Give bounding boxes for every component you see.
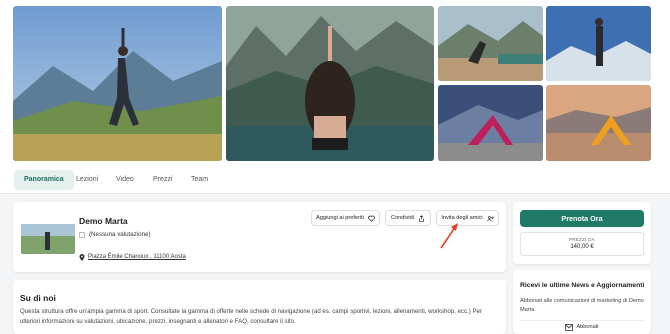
tab-video[interactable]: Video bbox=[106, 170, 144, 190]
booking-card: Prenota Ora PREZZI DA 140,00 € bbox=[513, 202, 651, 264]
address-link[interactable]: Piazza Émile Chanoux , 11100 Aosta bbox=[88, 254, 186, 260]
book-now-button[interactable]: Prenota Ora bbox=[520, 210, 644, 227]
price-value: 140,00 € bbox=[570, 244, 594, 250]
listing-thumbnail bbox=[21, 224, 75, 254]
share-label: Condividi bbox=[390, 215, 414, 221]
subscribe-label: Abbonati bbox=[576, 324, 599, 330]
invite-icon bbox=[487, 215, 494, 221]
tab-panoramica[interactable]: Panoramica bbox=[14, 170, 74, 190]
newsletter-text: Abbonati alle comunicazioni di marketing… bbox=[520, 298, 644, 313]
about-text: Questa struttura offre un'ampia gamma di… bbox=[20, 308, 482, 325]
newsletter-card: Ricevi le ultime News e Aggiornamenti Ab… bbox=[513, 270, 651, 334]
rating-text: (Nessuna valutazione) bbox=[89, 231, 151, 238]
annotation-arrow bbox=[440, 223, 458, 249]
invite-label: Invita degli amici bbox=[441, 215, 483, 221]
heart-icon bbox=[368, 215, 375, 222]
gallery-photo-downdog[interactable] bbox=[438, 85, 543, 161]
tab-prezzi[interactable]: Prezzi bbox=[143, 170, 182, 190]
gallery-photo-deck[interactable] bbox=[438, 6, 543, 81]
newsletter-title: Ricevi le ultime News e Aggiornamenti bbox=[520, 282, 645, 289]
subscribe-button[interactable]: Abbonati bbox=[520, 320, 644, 333]
gallery-photo-mountain-pose[interactable] bbox=[546, 6, 651, 81]
tab-lezioni[interactable]: Lezioni bbox=[66, 170, 108, 190]
share-button[interactable]: Condividi bbox=[385, 210, 431, 226]
gallery-photo-main[interactable] bbox=[13, 6, 222, 161]
about-card: Su di noi Questa struttura offre un'ampi… bbox=[13, 280, 506, 334]
mail-icon bbox=[565, 323, 574, 331]
price-label: PREZZI DA bbox=[569, 237, 595, 242]
favorite-button[interactable]: Aggiungi ai preferiti bbox=[311, 210, 380, 226]
map-pin-icon bbox=[79, 254, 85, 261]
gallery-photo-sunset[interactable] bbox=[546, 85, 651, 161]
favorite-label: Aggiungi ai preferiti bbox=[316, 215, 364, 221]
listing-name: Demo Marta bbox=[79, 216, 128, 226]
tab-bar: Panoramica Lezioni Video Prezzi Team bbox=[0, 166, 670, 194]
rating-icon bbox=[79, 232, 85, 238]
tab-team[interactable]: Team bbox=[181, 170, 218, 190]
listing-card: Demo Marta (Nessuna valutazione) Piazza … bbox=[13, 202, 506, 272]
share-icon bbox=[419, 214, 424, 222]
photo-gallery bbox=[0, 0, 670, 166]
about-title: Su di noi bbox=[20, 293, 56, 303]
gallery-photo-lake[interactable] bbox=[226, 6, 434, 161]
price-box: PREZZI DA 140,00 € bbox=[520, 232, 644, 256]
